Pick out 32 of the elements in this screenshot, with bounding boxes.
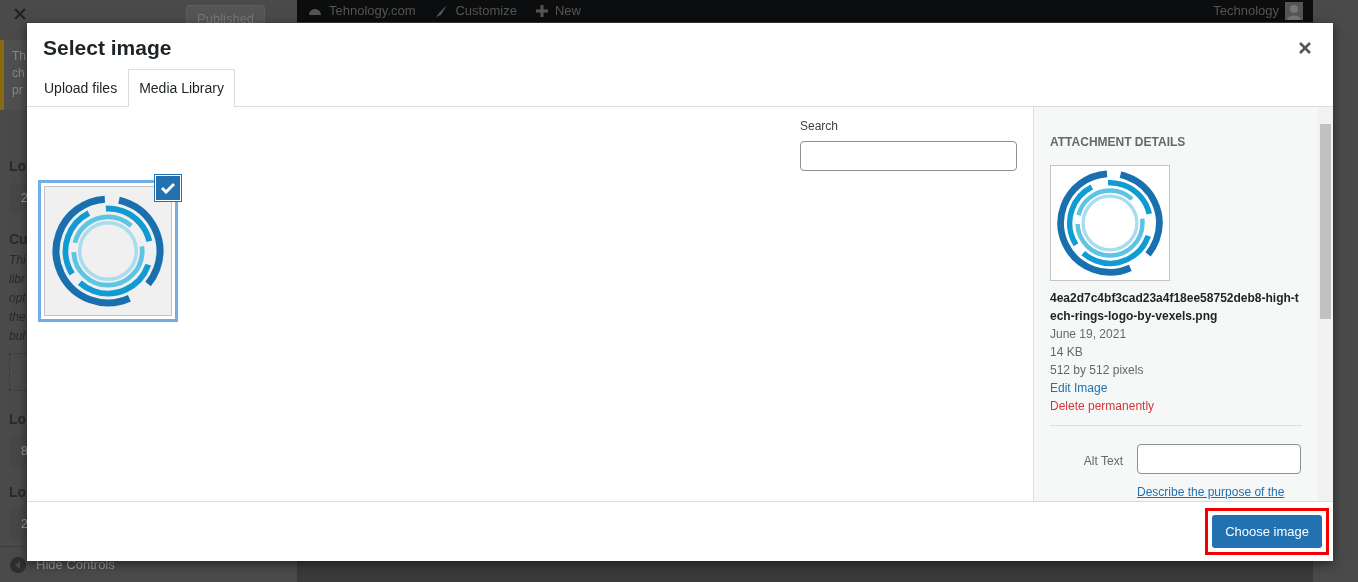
image-dimensions: 512 by 512 pixels [1050,362,1145,379]
alt-text-field[interactable] [1137,444,1301,474]
notice-text: pr [12,82,23,99]
checkmark-icon [161,182,175,194]
upload-date: June 19, 2021 [1050,326,1128,343]
edit-image-link[interactable]: Edit Image [1050,379,1108,397]
admin-bar-link[interactable]: Tehnology.com [329,1,416,21]
notice-text: ch [12,65,25,82]
details-heading: ATTACHMENT DETAILS [1050,134,1187,151]
search-label: Search [800,118,840,135]
modal-title: Select image [43,34,172,61]
image-thumbnail[interactable] [41,183,175,319]
help-link[interactable]: Describe the purpose of the [1137,483,1301,501]
selected-checkbox[interactable] [155,175,181,201]
admin-bar-link[interactable]: New [554,1,581,21]
user-name[interactable]: Technology [1213,1,1279,21]
search-field[interactable] [800,141,1017,171]
plus-icon[interactable] [534,4,549,18]
choose-image-button[interactable]: Choose image [1212,514,1322,549]
tab[interactable]: Upload files [33,69,129,107]
tab[interactable]: Media Library [128,69,235,107]
notice-text: Th [12,48,26,65]
scrollbar[interactable] [1318,107,1333,501]
collapse-icon[interactable] [10,556,26,573]
file-size: 14 KB [1050,344,1084,361]
avatar-icon[interactable] [1285,2,1303,20]
close-icon[interactable] [14,8,26,20]
delete-link[interactable]: Delete permanently [1050,397,1155,415]
admin-bar-link[interactable]: Customize [455,1,517,21]
close-icon [1299,41,1311,54]
file-name: 4ea2d7c4bf3cad23a4f18ee58752deb8-high-tech-rings-logo-by-vexels.png [1050,290,1300,325]
alt-text-label: Alt Text [1082,453,1123,470]
